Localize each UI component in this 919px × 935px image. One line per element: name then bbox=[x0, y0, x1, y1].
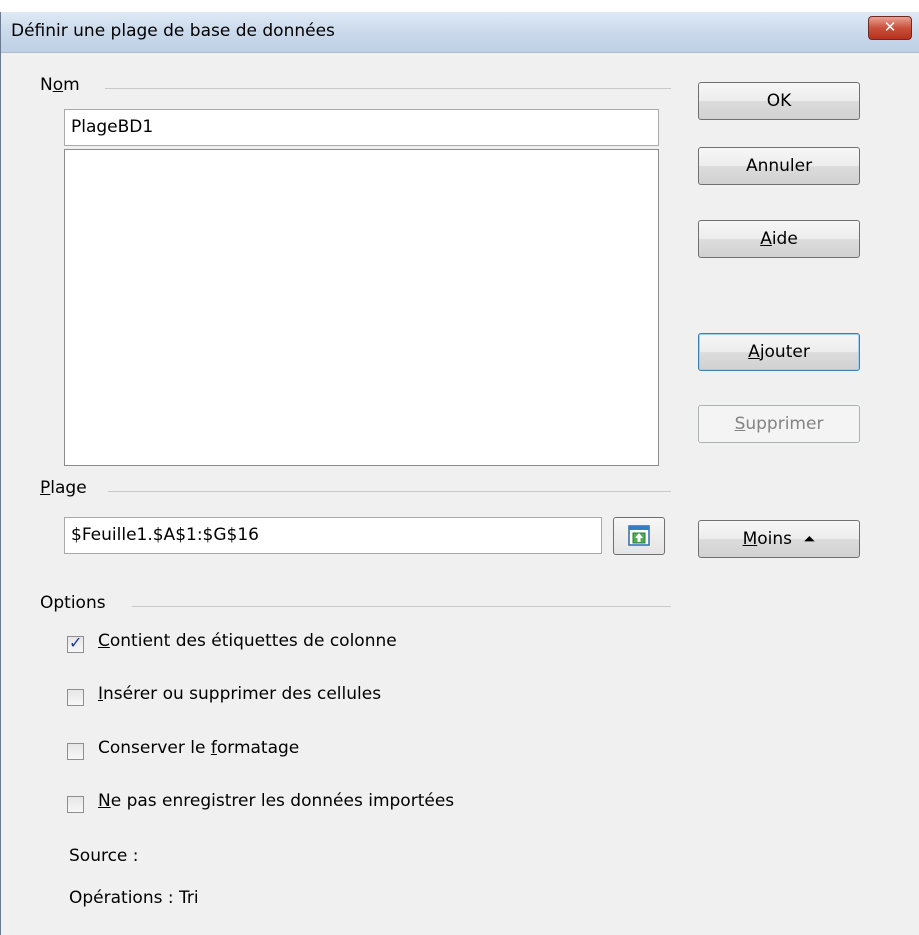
background-strip bbox=[0, 0, 919, 12]
shrink-icon bbox=[628, 525, 650, 546]
collapse-up-icon: ⏶ bbox=[803, 530, 816, 548]
close-button[interactable]: ✕ bbox=[868, 16, 912, 40]
option-label-column-labels: Contient des étiquettes de colonne bbox=[98, 631, 397, 651]
option-label-dont-save-imported: Ne pas enregistrer les données importées bbox=[98, 791, 455, 811]
cancel-button[interactable]: Annuler bbox=[698, 147, 860, 185]
checkbox-insert-delete-cells[interactable] bbox=[67, 689, 84, 706]
range-section-separator bbox=[108, 491, 671, 492]
add-button[interactable]: Ajouter bbox=[698, 333, 860, 371]
checkbox-keep-formatting[interactable] bbox=[67, 743, 84, 760]
range-input[interactable]: $Feuille1.$A$1:$G$16 bbox=[64, 517, 602, 554]
source-label: Source : bbox=[69, 846, 139, 866]
ok-button[interactable]: OK bbox=[698, 82, 860, 120]
range-section-label: Plage bbox=[40, 478, 87, 498]
name-input[interactable]: PlageBD1 bbox=[64, 109, 659, 146]
checkbox-column-labels[interactable]: ✓ bbox=[67, 633, 84, 653]
shrink-button[interactable] bbox=[613, 517, 665, 555]
name-section-label: Nom bbox=[40, 75, 80, 95]
option-label-keep-formatting: Conserver le formatage bbox=[98, 738, 300, 758]
title-bar: Définir une plage de base de données ✕ bbox=[1, 12, 919, 53]
option-label-insert-delete-cells: Insérer ou supprimer des cellules bbox=[98, 684, 382, 704]
check-icon: ✓ bbox=[69, 633, 83, 652]
define-range-dialog: Définir une plage de base de données ✕ N… bbox=[0, 12, 919, 935]
name-section-separator bbox=[105, 88, 671, 89]
checkbox-dont-save-imported[interactable] bbox=[67, 796, 84, 813]
operations-label: Opérations : Tri bbox=[69, 888, 199, 908]
dialog-title: Définir une plage de base de données bbox=[11, 21, 335, 41]
name-list[interactable] bbox=[64, 149, 659, 466]
help-button[interactable]: Aide bbox=[698, 220, 860, 258]
options-section-separator bbox=[132, 606, 671, 607]
close-icon: ✕ bbox=[883, 18, 897, 36]
options-section-label: Options bbox=[40, 593, 106, 613]
delete-button[interactable]: Supprimer bbox=[698, 405, 860, 443]
less-button[interactable]: Moins ⏶ bbox=[698, 520, 860, 558]
